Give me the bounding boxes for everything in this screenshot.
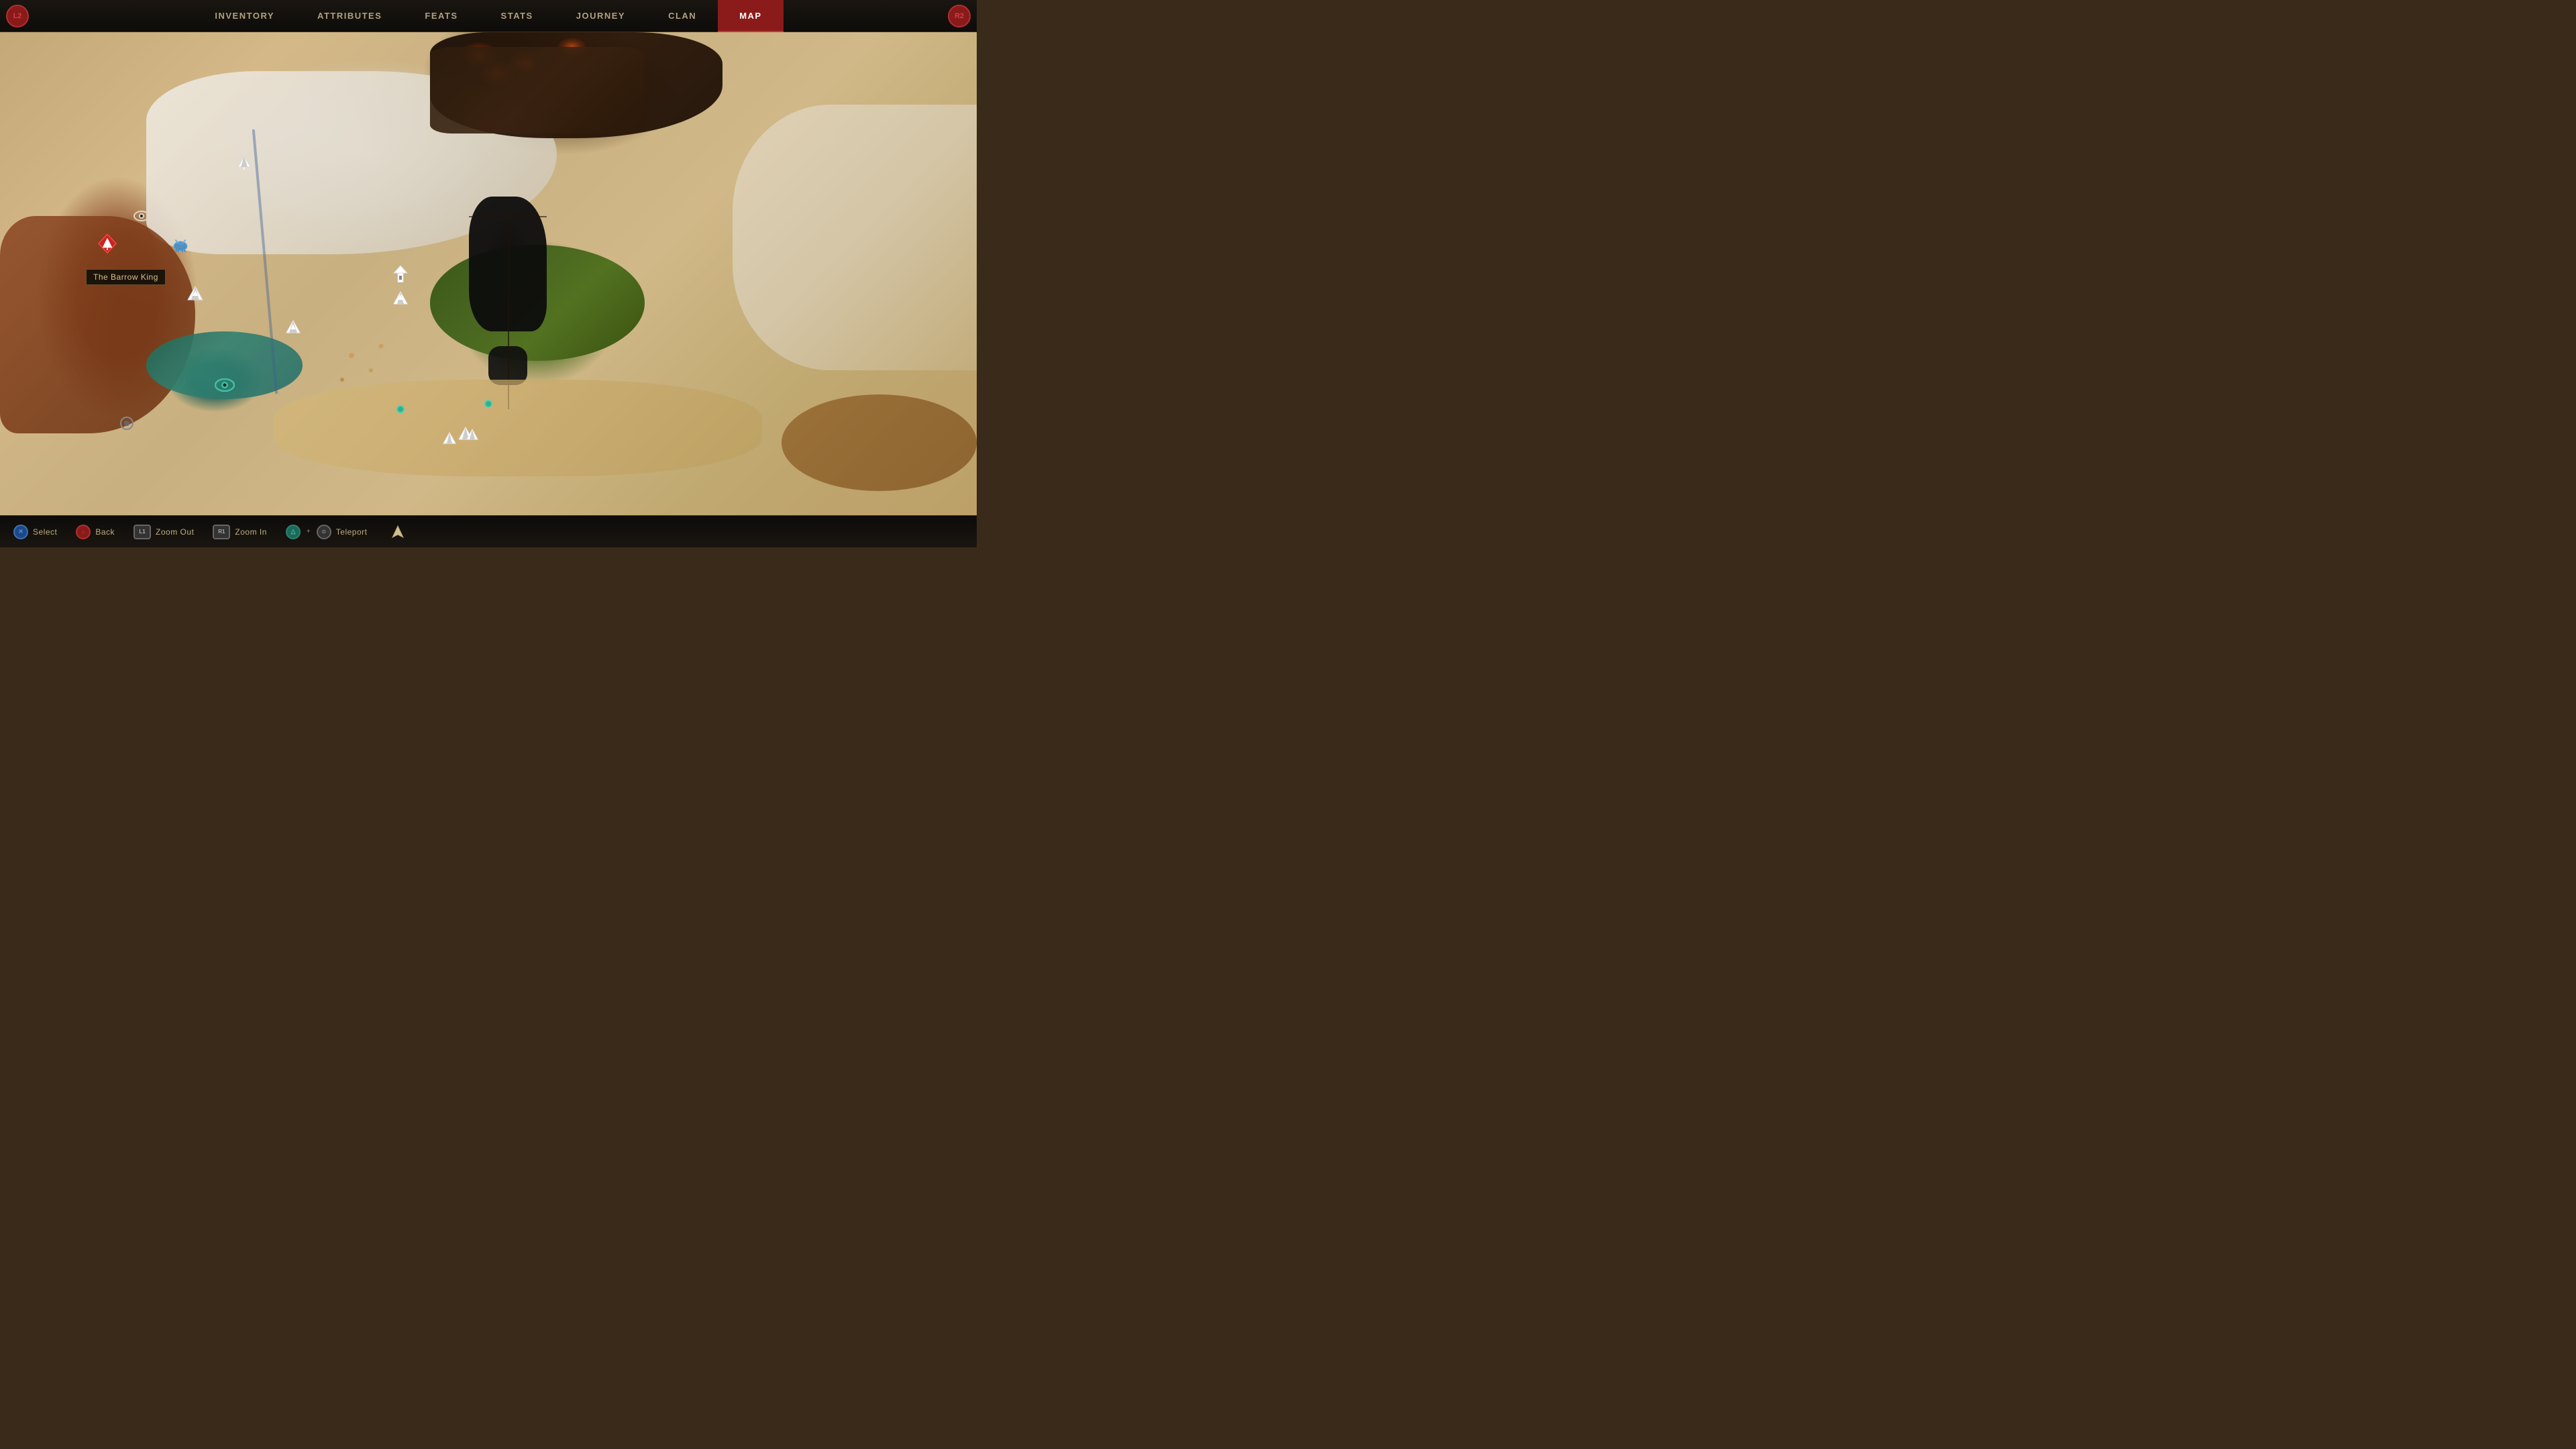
mountain-icon-3: [393, 291, 408, 305]
nav-item-feats[interactable]: FEATS: [403, 0, 479, 32]
settlement-dot-3: [378, 344, 383, 349]
action-select: ✕ Select: [13, 525, 57, 539]
location-dot-2[interactable]: [484, 400, 492, 408]
mountain-icon-1: [186, 286, 204, 301]
map-container[interactable]: The Barrow King: [0, 32, 977, 515]
cross-button[interactable]: ✕: [13, 525, 28, 539]
nav-item-map[interactable]: MAP: [718, 0, 783, 32]
nav-item-stats[interactable]: STATS: [480, 0, 555, 32]
eye-marker-1[interactable]: [133, 211, 150, 221]
eye-icon-teal: [215, 378, 235, 392]
terrain-pale-right: [733, 105, 977, 370]
mountain-marker-3[interactable]: [393, 291, 408, 305]
nav-item-journey[interactable]: JOURNEY: [555, 0, 647, 32]
nav-item-clan[interactable]: CLAN: [647, 0, 718, 32]
nav-bar: L2 INVENTORY ATTRIBUTES FEATS STATS JOUR…: [0, 0, 977, 32]
eye-marker-teal[interactable]: [215, 378, 235, 392]
mountain-marker-2[interactable]: [286, 320, 301, 333]
position-indicator: [391, 525, 405, 539]
eye-icon-1: [133, 211, 150, 221]
tent-icon-1: [237, 155, 252, 170]
nav-items: INVENTORY ATTRIBUTES FEATS STATS JOURNEY…: [35, 0, 942, 32]
zoom-in-label: Zoom In: [235, 527, 267, 537]
terrain-ruins: [430, 47, 645, 134]
action-back: ○ Back: [76, 525, 115, 539]
mountain-marker-1[interactable]: [186, 286, 204, 301]
back-label: Back: [95, 527, 115, 537]
terrain-sandy: [274, 380, 762, 476]
l1-button[interactable]: L1: [133, 525, 151, 539]
position-icon: [391, 525, 405, 539]
marker-icon: [97, 234, 117, 256]
animal-icon: [171, 237, 190, 252]
camp-small-icon: [119, 416, 134, 431]
action-teleport: △ + ⊙ Teleport: [286, 525, 368, 539]
settlement-dot-4: [340, 378, 344, 382]
stick-button[interactable]: ⊙: [317, 525, 331, 539]
camp-marker-1[interactable]: [237, 155, 252, 170]
tent-icon-3: [443, 432, 456, 444]
teleport-label: Teleport: [336, 527, 368, 537]
tower-icon: [392, 265, 409, 282]
circle-button[interactable]: ○: [76, 525, 91, 539]
mountain-icon-2: [286, 320, 301, 333]
r2-button[interactable]: R2: [942, 0, 977, 32]
r1-button[interactable]: R1: [213, 525, 230, 539]
animal-marker[interactable]: [171, 237, 190, 252]
action-zoom-in: R1 Zoom In: [213, 525, 267, 539]
player-marker: [97, 234, 117, 256]
tower-marker[interactable]: [392, 265, 409, 282]
location-dot-1[interactable]: [396, 405, 405, 413]
terrain-brown-right: [782, 394, 977, 491]
tent-icon-2: [459, 426, 479, 441]
l2-button[interactable]: L2: [0, 0, 35, 32]
road-horizontal: [469, 216, 547, 217]
bottom-bar: ✕ Select ○ Back L1 Zoom Out R1 Zoom In △…: [0, 515, 977, 547]
settlement-dot-2: [369, 368, 373, 372]
zoom-out-label: Zoom Out: [156, 527, 194, 537]
camp-small-1[interactable]: [119, 416, 134, 431]
action-zoom-out: L1 Zoom Out: [133, 525, 194, 539]
nav-item-attributes[interactable]: ATTRIBUTES: [296, 0, 403, 32]
nav-item-inventory[interactable]: INVENTORY: [193, 0, 296, 32]
settlement-dot-1: [349, 353, 354, 358]
camp-marker-3[interactable]: [443, 432, 456, 444]
triangle-button[interactable]: △: [286, 525, 301, 539]
select-label: Select: [33, 527, 57, 537]
camp-marker-2[interactable]: [459, 426, 479, 441]
